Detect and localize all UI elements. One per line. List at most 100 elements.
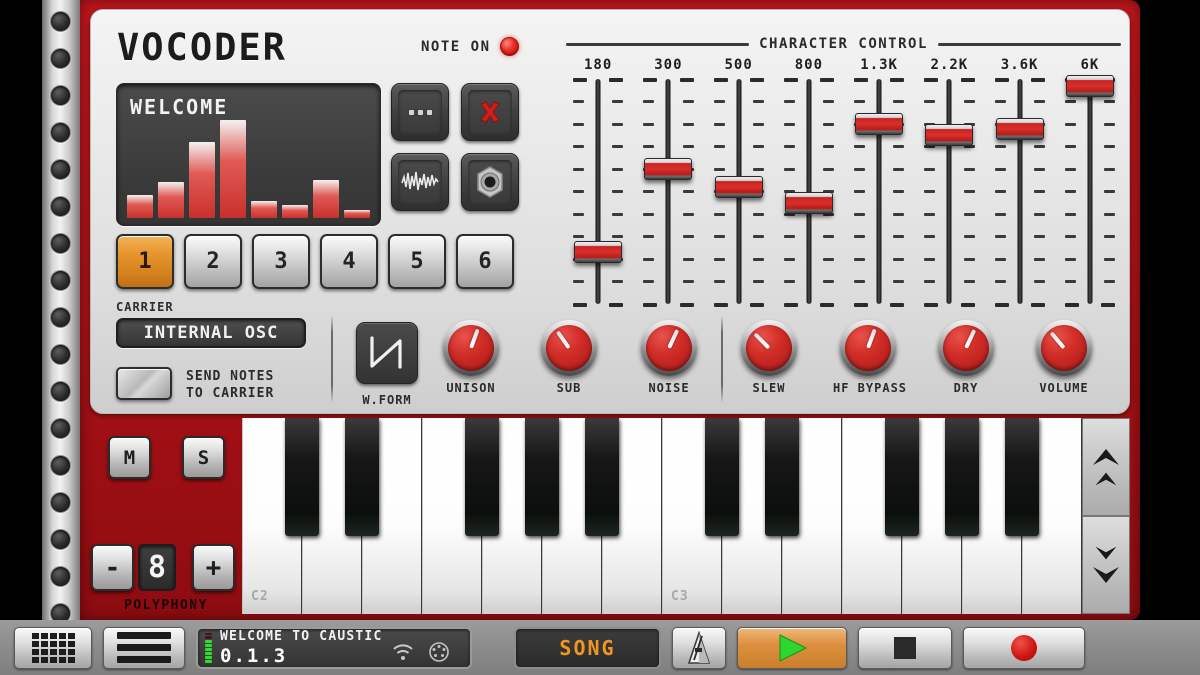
knob-volume[interactable]: VOLUME [1029, 320, 1099, 395]
slider-tick [924, 302, 939, 307]
slider-track-area[interactable] [774, 77, 844, 307]
preset-button-3[interactable]: 3 [252, 234, 310, 289]
slider-tick [713, 212, 725, 216]
knob-slew[interactable]: SLEW [734, 320, 804, 395]
spectrum-bar [189, 142, 215, 218]
knob-dry[interactable]: DRY [931, 320, 1001, 395]
slider-handle[interactable] [1065, 74, 1114, 97]
more-options-button[interactable] [391, 83, 449, 141]
slider-2.2k[interactable]: 2.2K [914, 57, 984, 307]
slider-tick [854, 77, 868, 82]
polyphony-decrement-button[interactable]: - [91, 544, 134, 591]
knob-sub[interactable]: SUB [534, 320, 604, 395]
play-button[interactable] [737, 626, 847, 669]
knob-pointer [469, 328, 480, 349]
master-vu-mini [205, 632, 212, 663]
knob-pointer [667, 329, 680, 349]
slider-track-area[interactable] [844, 77, 914, 307]
black-key[interactable] [524, 418, 560, 536]
knob-hf-bypass[interactable]: HF BYPASS [833, 320, 906, 395]
slider-handle[interactable] [995, 117, 1044, 140]
knob-dial[interactable] [443, 320, 499, 376]
slider-tick [1030, 77, 1045, 82]
slider-tick [854, 280, 865, 283]
preset-button-5[interactable]: 5 [388, 234, 446, 289]
slider-300[interactable]: 300 [633, 57, 703, 307]
send-notes-toggle[interactable] [116, 367, 172, 400]
waveform-view-button[interactable] [391, 153, 449, 211]
slider-tick [783, 302, 798, 307]
spectrum-bar [251, 201, 277, 218]
black-key[interactable] [704, 418, 740, 536]
slider-500[interactable]: 500 [704, 57, 774, 307]
slider-track-area[interactable] [563, 77, 633, 307]
octave-down-button[interactable] [1082, 516, 1130, 614]
slider-track-area[interactable] [704, 77, 774, 307]
black-key[interactable] [944, 418, 980, 536]
polyphony-increment-button[interactable]: + [192, 544, 235, 591]
spectrum-bar [313, 180, 339, 218]
knob-dial[interactable] [938, 320, 994, 376]
slider-tick [679, 77, 694, 82]
slider-handle[interactable] [855, 113, 904, 135]
slider-tick [1033, 280, 1045, 283]
knob-dial[interactable] [641, 320, 697, 376]
menu-button[interactable] [103, 626, 185, 669]
audio-input-button[interactable] [461, 153, 519, 211]
project-info-display[interactable]: WELCOME TO CAUSTIC 0.1.3 [196, 626, 472, 669]
slider-track-area[interactable] [914, 77, 984, 307]
preset-button-6[interactable]: 6 [456, 234, 514, 289]
record-button[interactable] [963, 626, 1085, 669]
knob-dial[interactable] [741, 320, 797, 376]
black-key[interactable] [344, 418, 380, 536]
black-key[interactable] [884, 418, 920, 536]
rivet [50, 85, 71, 106]
octave-up-button[interactable] [1082, 418, 1130, 516]
knob-dial[interactable] [541, 320, 597, 376]
preset-button-4[interactable]: 4 [320, 234, 378, 289]
slider-tick [679, 302, 694, 307]
slider-6k[interactable]: 6K [1055, 57, 1125, 307]
song-mode-button[interactable]: SONG [514, 626, 661, 669]
slider-180[interactable]: 180 [563, 57, 633, 307]
metronome-button[interactable] [672, 626, 726, 669]
waveform-shape-button[interactable] [356, 322, 418, 384]
slider-tick [752, 212, 764, 216]
knob-dial[interactable] [1036, 320, 1092, 376]
slider-3.6k[interactable]: 3.6K [985, 57, 1055, 307]
slider-track-area[interactable] [985, 77, 1055, 307]
black-key[interactable] [1004, 418, 1040, 536]
slider-handle[interactable] [714, 176, 763, 198]
slider-handle[interactable] [784, 191, 833, 214]
black-key[interactable] [764, 418, 800, 536]
solo-button[interactable]: S [182, 436, 225, 479]
slider-tick [612, 280, 624, 283]
knob-dial[interactable] [840, 320, 896, 376]
slider-tick [682, 190, 694, 193]
black-key[interactable] [584, 418, 620, 536]
delete-preset-button[interactable] [461, 83, 519, 141]
black-key[interactable] [284, 418, 320, 536]
knob-unison[interactable]: UNISON [436, 320, 506, 395]
polyphony-value-display: 8 [138, 544, 176, 591]
slider-handle[interactable] [644, 158, 693, 180]
slider-800[interactable]: 800 [774, 57, 844, 307]
slider-tick [1033, 100, 1045, 103]
slider-track-area[interactable] [633, 77, 703, 307]
slider-handle[interactable] [574, 241, 623, 264]
slider-1.3k[interactable]: 1.3K [844, 57, 914, 307]
sawtooth-wave-icon [370, 336, 402, 369]
play-icon [779, 633, 808, 662]
grid-view-button[interactable] [14, 626, 92, 669]
stop-button[interactable] [858, 626, 952, 669]
preset-button-1[interactable]: 1 [116, 234, 174, 289]
preset-button-2[interactable]: 2 [184, 234, 242, 289]
mute-button[interactable]: M [108, 436, 151, 479]
preset-display[interactable]: WELCOME [116, 83, 381, 226]
slider-track-area[interactable] [1055, 74, 1125, 307]
carrier-select[interactable]: INTERNAL OSC [116, 318, 306, 348]
slider-handle[interactable] [925, 124, 974, 147]
black-key[interactable] [464, 418, 500, 536]
slider-tick [682, 100, 694, 103]
knob-noise[interactable]: NOISE [634, 320, 704, 395]
